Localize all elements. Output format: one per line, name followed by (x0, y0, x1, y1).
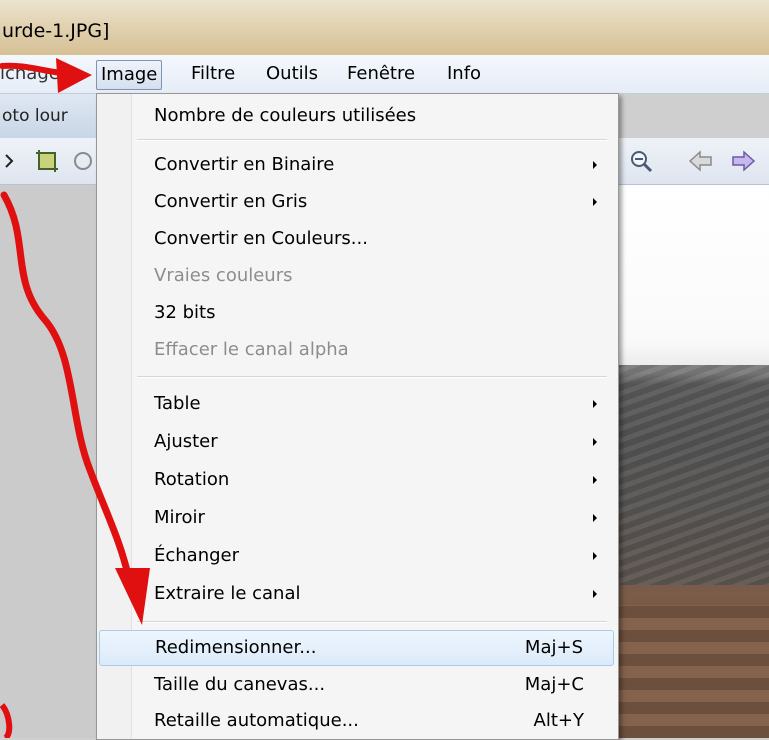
menu-item-convertir-gris[interactable]: Convertir en Gris (99, 185, 614, 221)
submenu-arrow-icon (593, 552, 597, 560)
menu-item-label: Convertir en Gris (154, 191, 308, 212)
menu-item-label: Retaille automatique... (154, 710, 359, 731)
menu-item-label: Ajuster (154, 431, 218, 452)
menu-item-convertir-binaire[interactable]: Convertir en Binaire (99, 148, 614, 184)
refresh-icon[interactable] (70, 148, 96, 174)
menu-item-label: Échanger (154, 545, 240, 566)
menu-separator (137, 621, 607, 623)
menu-item-label: Taille du canevas... (154, 674, 326, 695)
menu-item-32-bits[interactable]: 32 bits (99, 296, 614, 332)
menu-item-extraire-canal[interactable]: Extraire le canal (99, 577, 614, 613)
menu-item-label: Convertir en Couleurs... (154, 228, 368, 249)
menu-item-vraies-couleurs: Vraies couleurs (99, 259, 614, 295)
menu-separator (137, 376, 607, 378)
forward-arrow-icon[interactable] (730, 148, 756, 174)
menu-item-effacer-canal-alpha: Effacer le canal alpha (99, 333, 614, 369)
menu-item-label: Redimensionner... (155, 637, 317, 658)
menu-image[interactable]: Image (96, 60, 163, 90)
menu-filtre[interactable]: Filtre (191, 60, 235, 88)
menu-item-shortcut: Maj+C (524, 674, 584, 695)
photo-wall-area (610, 605, 769, 738)
workspace-background (0, 185, 100, 738)
submenu-arrow-icon (593, 400, 597, 408)
menu-item-rotation[interactable]: Rotation (99, 463, 614, 499)
menu-item-label: Rotation (154, 469, 230, 490)
document-tab-strip: oto lour (0, 94, 96, 138)
menu-item-redimensionner[interactable]: Redimensionner... Maj+S (99, 630, 614, 666)
menu-item-convertir-couleurs[interactable]: Convertir en Couleurs... (99, 222, 614, 258)
menu-item-ajuster[interactable]: Ajuster (99, 425, 614, 461)
menu-outils[interactable]: Outils (266, 60, 318, 88)
menu-item-label: Convertir en Binaire (154, 154, 335, 175)
window-title: urde-1.JPG] (2, 20, 110, 42)
menu-info[interactable]: Info (447, 60, 481, 88)
menu-item-echanger[interactable]: Échanger (99, 539, 614, 575)
menu-item-label: 32 bits (154, 302, 216, 323)
menu-item-taille-canevas[interactable]: Taille du canevas... Maj+C (99, 668, 614, 704)
menu-item-label: Extraire le canal (154, 583, 301, 604)
menu-item-shortcut: Alt+Y (533, 710, 584, 731)
back-arrow-icon[interactable] (688, 148, 714, 174)
menu-separator (137, 139, 607, 141)
photo-roof-area (610, 365, 769, 585)
menu-bar: ichage Image Filtre Outils Fenêtre Info (0, 55, 769, 94)
image-menu-dropdown: Nombre de couleurs utilisées Convertir e… (96, 93, 619, 740)
menu-affichage[interactable]: ichage (0, 60, 60, 88)
menu-item-retaille-auto[interactable]: Retaille automatique... Alt+Y (99, 704, 614, 740)
submenu-arrow-icon (593, 590, 597, 598)
menu-item-shortcut: Maj+S (524, 637, 583, 658)
crop-icon[interactable] (34, 148, 60, 174)
menu-item-label: Effacer le canal alpha (154, 339, 349, 360)
menu-item-label: Vraies couleurs (154, 265, 293, 286)
menu-item-table[interactable]: Table (99, 387, 614, 423)
menu-fenetre[interactable]: Fenêtre (347, 60, 415, 88)
submenu-arrow-icon (593, 161, 597, 169)
photo-canvas[interactable] (610, 185, 769, 738)
zoom-out-icon[interactable] (628, 148, 654, 174)
submenu-arrow-icon (593, 514, 597, 522)
menu-item-label: Nombre de couleurs utilisées (154, 105, 417, 126)
window-title-bar: urde-1.JPG] (0, 0, 769, 55)
menu-item-label: Miroir (154, 507, 205, 528)
submenu-arrow-icon (593, 476, 597, 484)
menu-item-miroir[interactable]: Miroir (99, 501, 614, 537)
menu-item-nombre-couleurs[interactable]: Nombre de couleurs utilisées (99, 99, 614, 135)
document-tab[interactable]: oto lour (2, 106, 68, 126)
nav-arrow-icon[interactable] (2, 148, 28, 174)
submenu-arrow-icon (593, 198, 597, 206)
submenu-arrow-icon (593, 438, 597, 446)
menu-item-label: Table (154, 393, 201, 414)
